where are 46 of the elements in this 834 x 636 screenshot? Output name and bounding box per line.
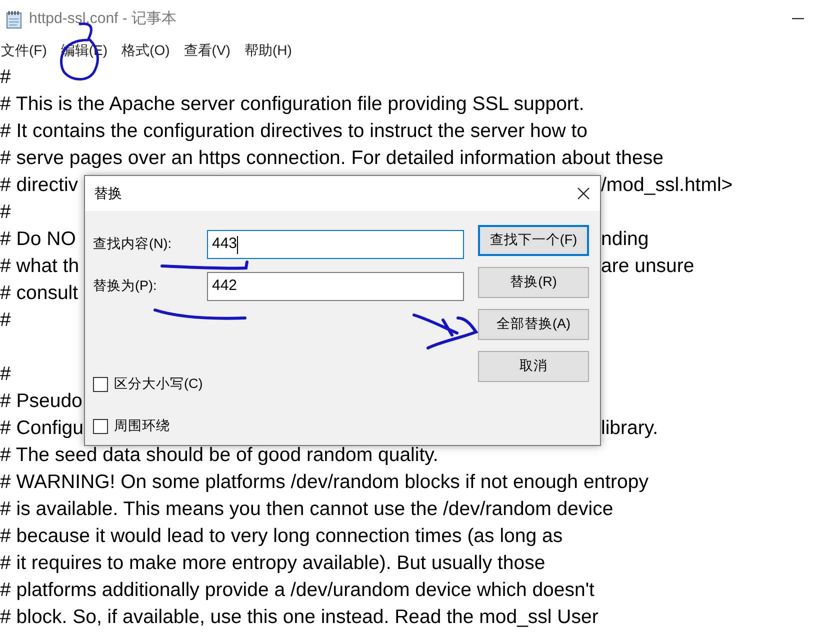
- menu-item[interactable]: 格式(O): [122, 40, 170, 61]
- close-icon[interactable]: [577, 187, 590, 200]
- code-line: # Pseudo: [0, 390, 82, 412]
- code-line: are unsure: [601, 255, 694, 277]
- code-line: # Configu: [0, 417, 84, 439]
- dialog-button[interactable]: 取消: [478, 351, 589, 382]
- notepad-icon: [5, 10, 23, 28]
- code-line: #: [0, 201, 11, 223]
- code-line: #: [0, 363, 11, 385]
- minimize-icon[interactable]: [792, 18, 804, 20]
- menu-item[interactable]: 查看(V): [184, 40, 230, 61]
- window-title: httpd-ssl.conf - 记事本: [29, 8, 177, 29]
- checkbox[interactable]: [93, 418, 108, 434]
- code-line: #: [0, 309, 11, 331]
- menu-item[interactable]: 帮助(H): [244, 40, 292, 61]
- checkbox[interactable]: [93, 376, 108, 392]
- checkbox-label: 周围环绕: [114, 417, 170, 436]
- dialog-button[interactable]: 全部替换(A): [478, 309, 589, 340]
- code-line: nding: [601, 228, 649, 250]
- code-line: # consult: [0, 282, 78, 304]
- annotation-arrow: [412, 314, 478, 350]
- code-line: # it requires to make more entropy available). But usually those: [0, 552, 546, 574]
- menu-item[interactable]: 文件(F): [1, 40, 47, 61]
- code-line: # what th: [0, 255, 80, 277]
- text-field[interactable]: 443: [207, 230, 464, 259]
- field-label: 查找内容(N):: [93, 235, 172, 254]
- code-line: # It contains the configuration directives to instruct the server how to: [0, 120, 588, 142]
- code-line: # block. So, if available, use this one instead. Read the mod_ssl User: [0, 606, 598, 628]
- code-line: # The seed data should be of good random quality.: [0, 444, 438, 466]
- dialog-button[interactable]: 替换(R): [478, 267, 589, 298]
- code-line: library.: [601, 417, 658, 439]
- code-line: # This is the Apache server configuration file providing SSL support.: [0, 93, 584, 115]
- dialog-title: 替换: [94, 184, 122, 203]
- code-line: # Do NO: [0, 228, 76, 250]
- code-line: # directiv: [0, 174, 78, 196]
- code-line: # serve pages over an https connection. For detailed information about these: [0, 147, 664, 169]
- code-line: # platforms additionally provide a /dev/urandom device which doesn't: [0, 579, 594, 601]
- code-line: /mod_ssl.html>: [601, 174, 733, 196]
- dialog-button[interactable]: 查找下一个(F): [478, 225, 589, 256]
- code-line: #: [0, 66, 11, 88]
- code-line: # is available. This means you then cannot use the /dev/random device: [0, 498, 614, 520]
- text-field[interactable]: 442: [207, 272, 464, 301]
- code-line: # because it would lead to very long connection times (as long as: [0, 525, 563, 547]
- checkbox-label: 区分大小写(C): [114, 375, 203, 393]
- field-label: 替换为(P):: [93, 277, 158, 296]
- code-line: # WARNING! On some platforms /dev/random blocks if not enough entropy: [0, 471, 648, 493]
